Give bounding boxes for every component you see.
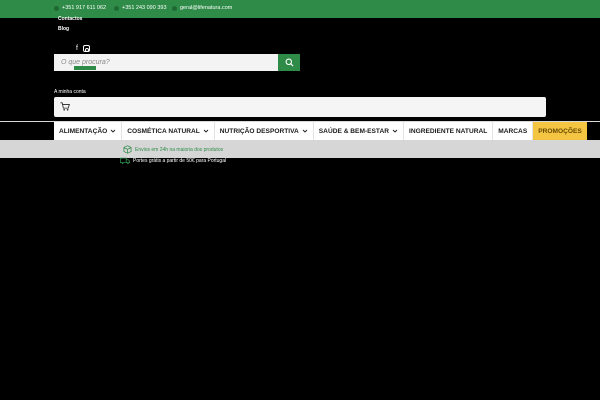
email-text: geral@lifenatura.com [180,5,233,11]
contacts-link[interactable]: Contactos [58,16,82,22]
truck-icon [120,157,130,165]
accent-strip [74,66,96,70]
chevron-down-icon [392,129,398,133]
phone-2[interactable]: +351 243 090 393 [114,5,167,11]
facebook-icon[interactable]: f [76,45,78,52]
free-shipping-benefit-text: Portes grátis a partir de 50€ para Portu… [133,158,227,164]
main-nav: ALIMENTAÇÃO COSMÉTICA NATURAL NUTRIÇÃO D… [54,122,587,140]
nav-item-label: NUTRIÇÃO DESPORTIVA [219,127,299,135]
phone-2-text: +351 243 090 393 [122,5,167,11]
phone-1[interactable]: +351 917 611 062 [54,5,106,11]
blog-link[interactable]: Blog [58,26,69,32]
nav-item-marcas[interactable]: MARCAS [493,122,534,140]
social-links: f [76,45,90,52]
instagram-icon[interactable] [82,45,90,52]
nav-item-alimentacao[interactable]: ALIMENTAÇÃO [54,122,123,140]
chevron-down-icon [302,129,308,133]
nav-item-ingrediente-natural[interactable]: INGREDIENTE NATURAL [404,122,494,140]
phone-icon [114,5,119,11]
cart-icon[interactable] [60,102,70,111]
search-button[interactable] [278,54,300,71]
nav-item-saude-bem-estar[interactable]: SAÚDE & BEM-ESTAR [314,122,404,140]
nav-item-label: ALIMENTAÇÃO [59,127,108,135]
cart-bar [54,97,546,117]
top-contact-bar: +351 917 611 062 +351 243 090 393 geral@… [0,0,600,18]
search-icon [285,58,294,67]
nav-item-label: SAÚDE & BEM-ESTAR [318,127,389,135]
nav-item-label: COSMÉTICA NATURAL [127,127,200,135]
page: +351 917 611 062 +351 243 090 393 geral@… [0,0,600,400]
nav-item-label: MARCAS [498,127,528,135]
benefits-bar [0,140,600,158]
shipping-benefit-text: Envios em 24h na maioria dos produtos [135,146,224,153]
phone-1-text: +351 917 611 062 [62,5,107,11]
nav-item-nutricao-desportiva[interactable]: NUTRIÇÃO DESPORTIVA [215,122,314,140]
phone-icon [54,5,59,11]
free-shipping-benefit: Portes grátis a partir de 50€ para Portu… [120,157,226,165]
my-account-link[interactable]: A minha conta [54,89,86,95]
nav-item-cosmetica-natural[interactable]: COSMÉTICA NATURAL [122,122,215,140]
chevron-down-icon [203,129,209,133]
mail-icon [172,5,177,11]
nav-item-promocoes[interactable]: PROMOÇÕES [533,122,587,140]
nav-item-label: PROMOÇÕES [538,127,582,135]
chevron-down-icon [110,129,116,133]
nav-item-label: INGREDIENTE NATURAL [409,127,488,135]
box-icon [123,145,132,154]
email-link[interactable]: geral@lifenatura.com [172,5,232,11]
shipping-benefit: Envios em 24h na maioria dos produtos [123,145,223,154]
